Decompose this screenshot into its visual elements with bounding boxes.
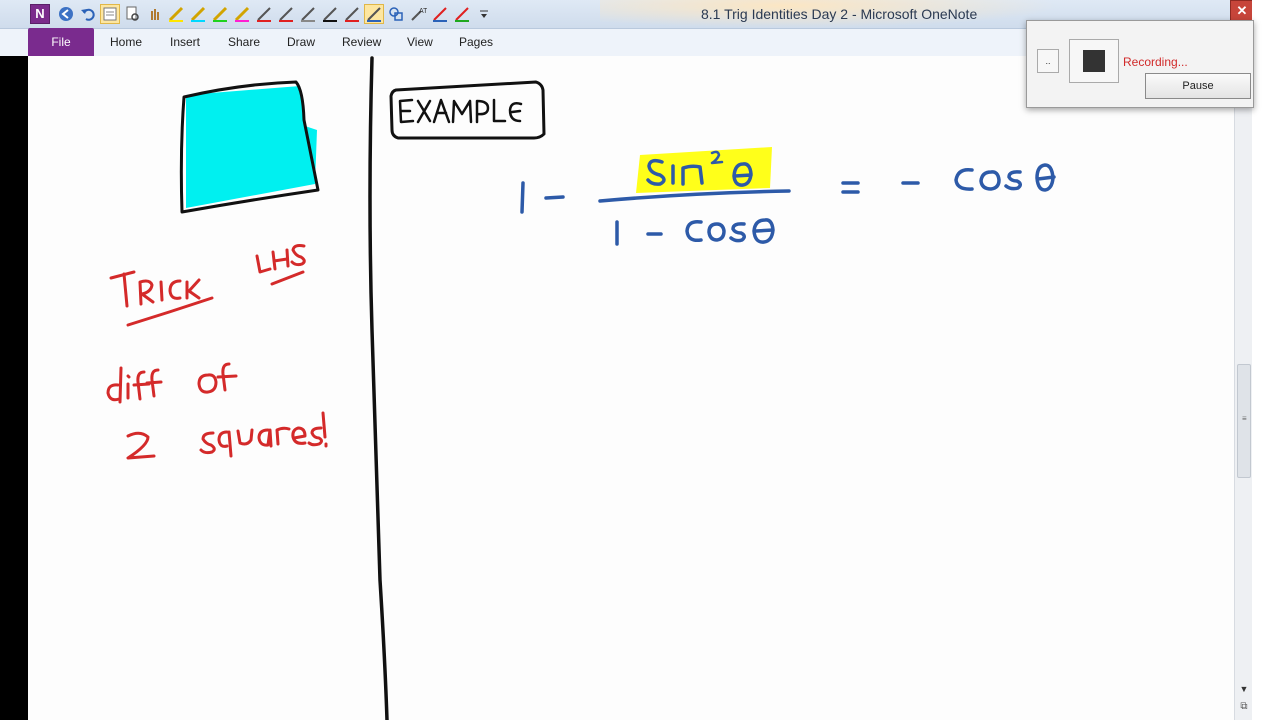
page-view-icon[interactable]: ⧉	[1237, 700, 1251, 714]
stop-recording-button[interactable]	[1069, 39, 1119, 83]
tab-view[interactable]: View	[407, 35, 433, 49]
tab-insert[interactable]: Insert	[170, 35, 200, 49]
pen-cyan-icon[interactable]	[188, 4, 208, 24]
undo-icon[interactable]	[78, 4, 98, 24]
pen-red-icon[interactable]	[254, 4, 274, 24]
pen-magenta-icon[interactable]	[232, 4, 252, 24]
close-button[interactable]: ✕	[1230, 0, 1254, 22]
print-preview-icon[interactable]	[122, 4, 142, 24]
example-box-drawing	[389, 80, 546, 140]
tab-review[interactable]: Review	[342, 35, 381, 49]
pen-green-icon[interactable]	[210, 4, 230, 24]
quick-access-toolbar: AT	[56, 4, 496, 24]
onenote-window: N AT 8.1 Trig Identities Day 2 - Microso…	[0, 0, 1280, 720]
file-tab[interactable]: File	[28, 28, 94, 56]
red-notes-ink	[106, 244, 328, 460]
pen-green-icon[interactable]	[452, 4, 472, 24]
pen-red-blue-icon[interactable]	[430, 4, 450, 24]
vertical-scrollbar[interactable]: ≡ ▼ ⧉	[1234, 56, 1253, 720]
dock-icon[interactable]	[100, 4, 120, 24]
customize-icon[interactable]	[474, 4, 494, 24]
left-edge	[0, 56, 28, 720]
scrollbar-thumb[interactable]: ≡	[1237, 364, 1251, 478]
tab-share[interactable]: Share	[228, 35, 260, 49]
right-margin	[1252, 0, 1280, 720]
back-icon[interactable]	[56, 4, 76, 24]
stop-icon	[1083, 50, 1105, 72]
ink-to-text-icon[interactable]: AT	[408, 4, 428, 24]
onenote-logo-icon: N	[30, 4, 50, 24]
note-page-canvas[interactable]	[28, 56, 1234, 720]
tab-draw[interactable]: Draw	[287, 35, 315, 49]
recorder-options-button[interactable]: ..	[1037, 49, 1059, 73]
handwriting-ink	[106, 56, 1056, 720]
cyan-square-drawing	[179, 80, 320, 214]
pen-gray-icon[interactable]	[298, 4, 318, 24]
highlighter-icon[interactable]	[364, 4, 384, 24]
pause-button[interactable]: Pause	[1145, 73, 1251, 99]
tab-pages[interactable]: Pages	[459, 35, 493, 49]
pen-red-icon[interactable]	[276, 4, 296, 24]
pen-black-icon[interactable]	[320, 4, 340, 24]
page-divider-line	[368, 56, 389, 720]
tab-home[interactable]: Home	[110, 35, 142, 49]
grip-icon: ≡	[1242, 414, 1247, 423]
svg-text:AT: AT	[419, 8, 427, 15]
touch-icon[interactable]	[144, 4, 164, 24]
shapes-icon[interactable]	[386, 4, 406, 24]
window-title: 8.1 Trig Identities Day 2 - Microsoft On…	[701, 6, 978, 22]
pen-yellow-icon[interactable]	[166, 4, 186, 24]
scroll-down-icon[interactable]: ▼	[1237, 682, 1251, 696]
pen-red-icon[interactable]	[342, 4, 362, 24]
trig-equation-ink	[520, 150, 1056, 246]
recording-status: Recording...	[1123, 55, 1188, 69]
screen-recorder-panel: .. Recording... Pause	[1026, 20, 1254, 108]
